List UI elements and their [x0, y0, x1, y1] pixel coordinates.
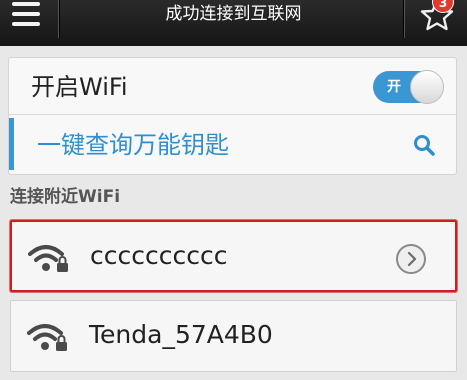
- divider: [58, 0, 59, 38]
- wifi-toggle-switch[interactable]: 开: [373, 70, 444, 104]
- key-query-label: 一键查询万能钥匙: [37, 131, 229, 159]
- toggle-knob: [410, 70, 444, 104]
- wifi-locked-icon: [28, 245, 68, 272]
- wifi-network-item[interactable]: Tenda_57A4B0: [10, 300, 457, 372]
- wifi-network-name: Tenda_57A4B0: [89, 320, 273, 349]
- wifi-toggle-label: 开启WiFi: [31, 73, 128, 101]
- accent-bar: [9, 118, 14, 170]
- wifi-network-name: cccccccccc: [90, 241, 228, 270]
- page-title: 成功连接到互联网: [165, 4, 302, 24]
- wifi-toggle-row: 开启WiFi 开: [9, 58, 456, 115]
- search-icon[interactable]: [413, 134, 435, 156]
- top-bar: 成功连接到互联网 3: [0, 0, 467, 46]
- divider: [404, 0, 405, 38]
- wifi-network-item[interactable]: cccccccccc: [10, 220, 457, 292]
- toggle-on-label: 开: [387, 79, 401, 95]
- wifi-locked-icon: [27, 324, 67, 351]
- chevron-right-icon: [407, 251, 417, 267]
- settings-card: 开启WiFi 开 一键查询万能钥匙: [8, 57, 457, 175]
- nearby-wifi-header: 连接附近WiFi: [10, 187, 121, 207]
- key-query-row[interactable]: 一键查询万能钥匙: [9, 116, 456, 175]
- menu-button[interactable]: [0, 0, 48, 34]
- network-details-button[interactable]: [396, 244, 426, 274]
- hamburger-menu-icon: [12, 2, 40, 6]
